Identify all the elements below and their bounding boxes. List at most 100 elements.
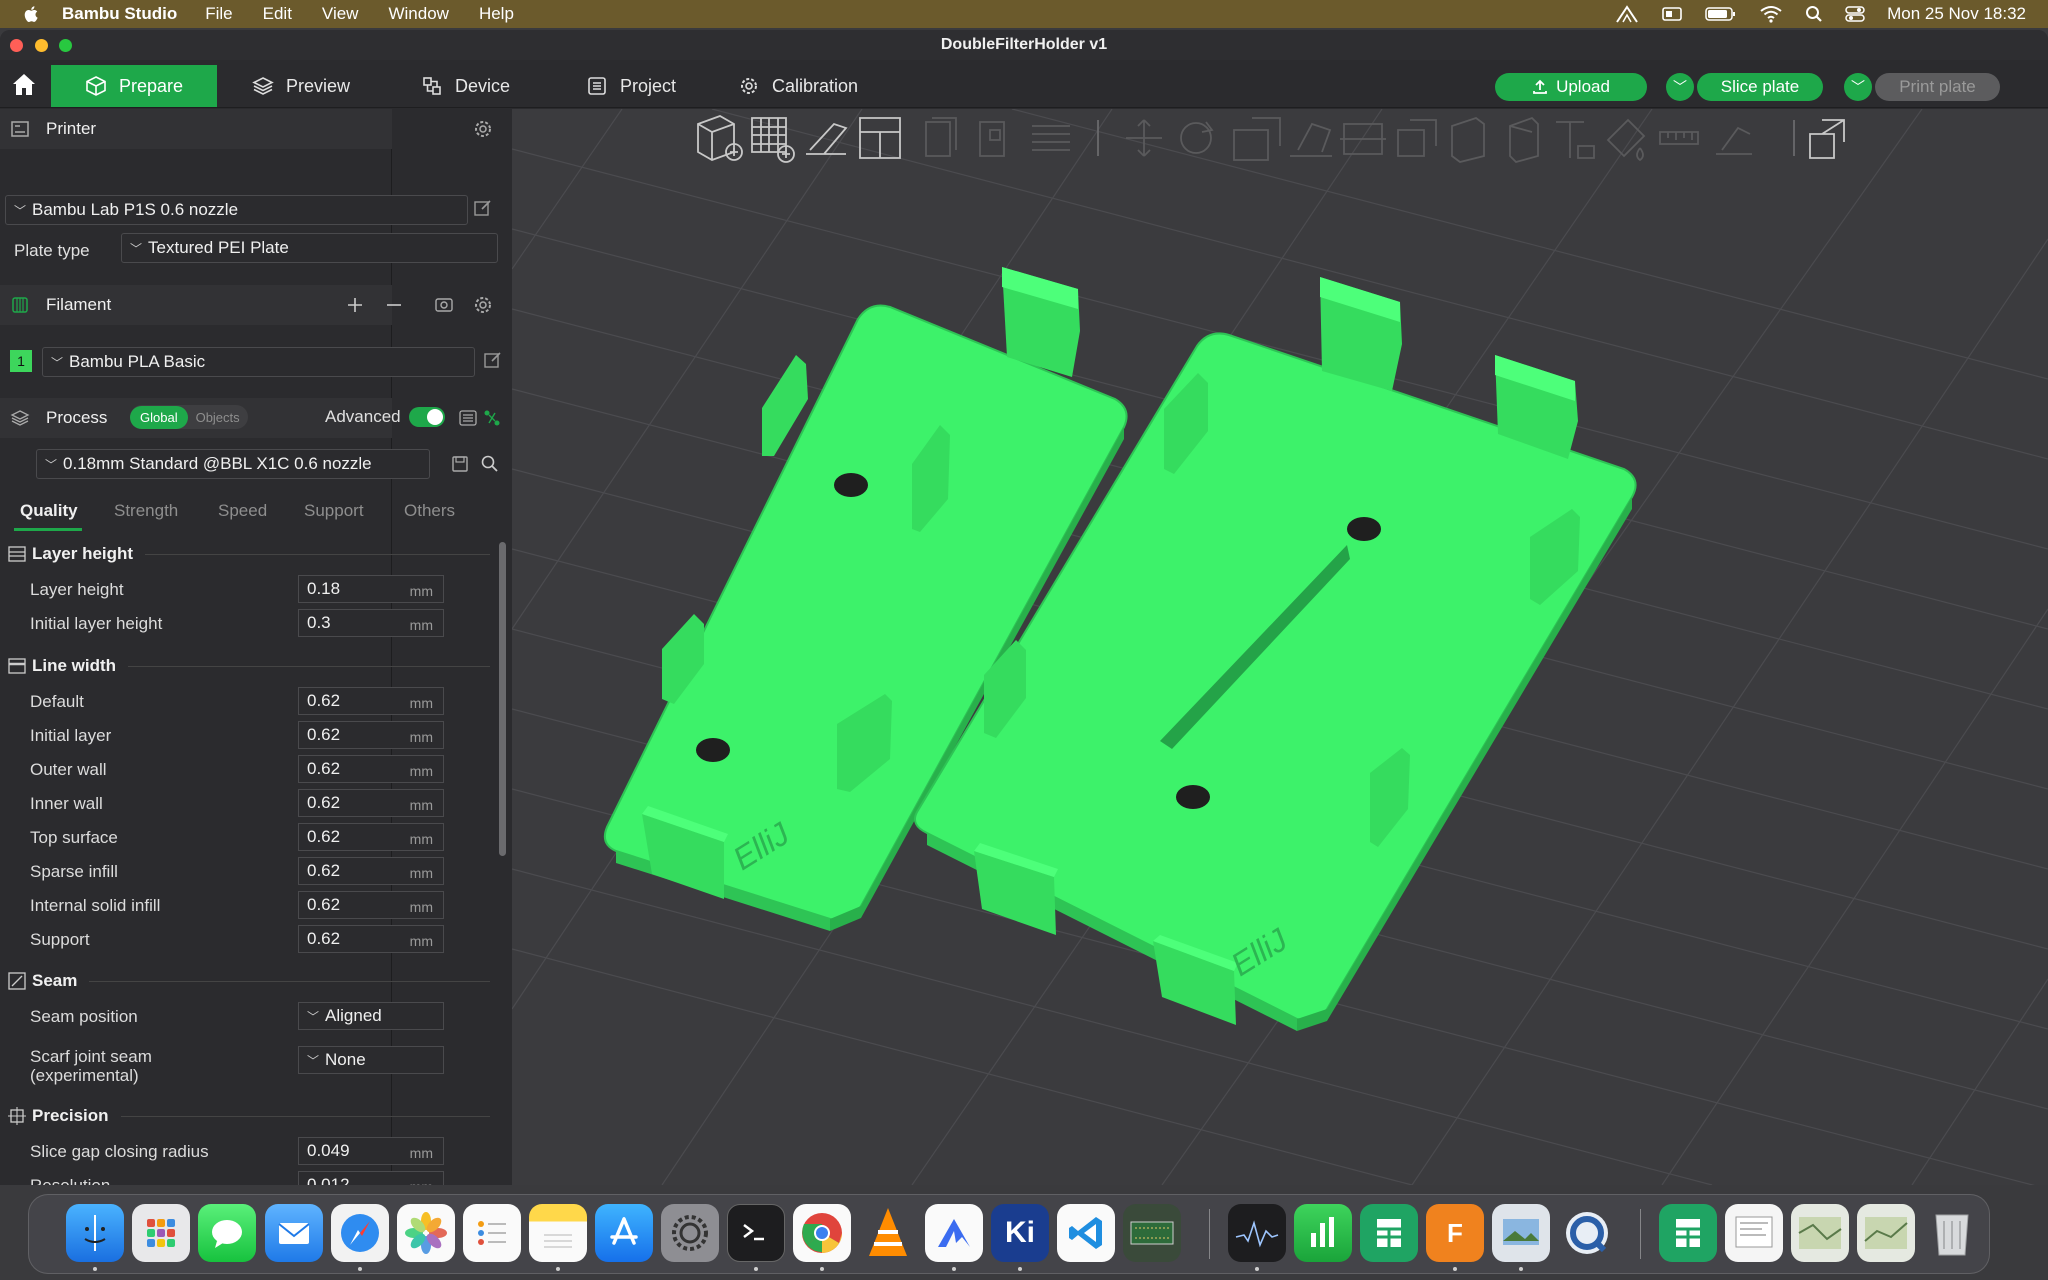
reminders-icon[interactable] [463,1204,521,1262]
nordvpn-status-icon[interactable] [1615,4,1639,24]
slice-plate-button[interactable]: Slice plate [1697,73,1823,101]
system-settings-icon[interactable] [661,1204,719,1262]
menu-view[interactable]: View [322,4,359,24]
support-paint-icon[interactable] [1451,116,1485,163]
wifi-icon[interactable] [1759,5,1783,23]
text-tool-icon[interactable] [1556,121,1595,159]
seam-position-select[interactable]: ﹀ Aligned [298,1002,444,1030]
compare-presets-icon[interactable] [458,408,478,428]
lw-support-input[interactable]: 0.62 mm [298,925,444,953]
tab-prepare[interactable]: Prepare [51,65,218,107]
tab-calibration[interactable]: Calibration [704,65,892,107]
edit-printer-icon[interactable] [473,198,493,218]
menu-app-name[interactable]: Bambu Studio [62,4,177,24]
objects-tab[interactable]: Objects [188,406,248,429]
remove-filament-icon[interactable] [384,295,404,315]
subtab-quality[interactable]: Quality [20,501,78,521]
rotate-icon[interactable] [1180,121,1214,154]
trash-icon[interactable] [1923,1204,1981,1262]
add-filament-icon[interactable] [345,295,365,315]
safari-icon[interactable] [331,1204,389,1262]
mail-icon[interactable] [265,1204,323,1262]
window-close-button[interactable] [10,39,23,52]
process-scope-toggle[interactable]: Global Objects [130,405,248,429]
battery-icon[interactable] [1705,6,1737,22]
home-icon[interactable] [10,70,38,98]
tab-preview[interactable]: Preview [218,65,384,107]
color-paint-icon[interactable] [1606,118,1646,162]
seam-paint-icon[interactable] [1509,116,1539,164]
lw-initial-input[interactable]: 0.62 mm [298,721,444,749]
preview-icon[interactable] [1492,1204,1550,1262]
process-wizard-icon[interactable] [482,408,502,428]
map-image-icon[interactable] [1791,1204,1849,1262]
nordvpn-icon[interactable] [925,1204,983,1262]
printer-select[interactable]: ﹀ Bambu Lab P1S 0.6 nozzle [5,195,468,225]
lw-default-input[interactable]: 0.62 mm [298,687,444,715]
layers-editing-icon[interactable] [1032,125,1070,151]
pcb-icon[interactable] [1123,1204,1181,1262]
stocks-icon[interactable] [1228,1204,1286,1262]
process-preset-select[interactable]: ﹀ 0.18mm Standard @BBL X1C 0.6 nozzle [36,449,430,479]
kicad-icon[interactable]: Ki [991,1204,1049,1262]
scale-icon[interactable] [1233,117,1281,161]
search-settings-icon[interactable] [480,454,500,474]
slice-options-dropdown[interactable]: ﹀ [1666,73,1694,101]
control-center-icon[interactable] [1845,5,1865,23]
lw-top-input[interactable]: 0.62 mm [298,823,444,851]
arrange-icon[interactable] [859,117,901,159]
tab-device[interactable]: Device [387,65,544,107]
subtab-others[interactable]: Others [404,501,455,521]
photos-icon[interactable] [397,1204,455,1262]
terminal-icon[interactable] [727,1204,785,1262]
window-zoom-button[interactable] [59,39,72,52]
print-plate-button[interactable]: Print plate [1875,73,2000,101]
chrome-icon[interactable] [793,1204,851,1262]
layer-height-input[interactable]: 0.18 mm [298,575,444,603]
spotlight-icon[interactable] [1805,5,1823,23]
display-icon[interactable] [1661,5,1683,23]
menu-file[interactable]: File [205,4,232,24]
split-parts-icon[interactable] [979,121,1005,157]
lw-outer-input[interactable]: 0.62 mm [298,755,444,783]
downloads-icon[interactable] [1659,1204,1717,1262]
slice-gap-input[interactable]: 0.049 mm [298,1137,444,1165]
fusion-icon[interactable]: F [1426,1204,1484,1262]
subtab-strength[interactable]: Strength [114,501,178,521]
printer-settings-gear-icon[interactable] [473,119,493,139]
notes-icon[interactable] [529,1204,587,1262]
quicktime-icon[interactable] [1558,1204,1616,1262]
settings-scrollbar[interactable] [499,542,506,856]
lay-on-face-icon[interactable] [1290,122,1332,157]
auto-orient-icon[interactable] [806,122,848,155]
add-object-icon[interactable] [697,115,743,161]
menu-edit[interactable]: Edit [263,4,292,24]
scarf-joint-select[interactable]: ﹀ None [298,1046,444,1074]
split-objects-icon[interactable] [925,117,957,157]
menu-window[interactable]: Window [388,4,448,24]
window-minimize-button[interactable] [35,39,48,52]
subtab-support[interactable]: Support [304,501,364,521]
plate-type-select[interactable]: ﹀ Textured PEI Plate [121,233,498,263]
menu-clock[interactable]: Mon 25 Nov 18:32 [1887,4,2026,24]
launchpad-icon[interactable] [132,1204,190,1262]
numbers-icon[interactable] [1294,1204,1352,1262]
menu-help[interactable]: Help [479,4,514,24]
save-preset-icon[interactable] [450,454,470,474]
messages-icon[interactable] [198,1204,256,1262]
resolution-input[interactable]: 0.012 mm [298,1171,444,1185]
lw-internal-input[interactable]: 0.62 mm [298,891,444,919]
assembly-icon[interactable] [1716,126,1752,155]
upload-button[interactable]: Upload [1495,73,1647,101]
edit-filament-icon[interactable] [483,350,503,370]
measure-icon[interactable] [1659,131,1699,145]
ams-sync-icon[interactable] [434,295,454,315]
print-options-dropdown[interactable]: ﹀ [1844,73,1872,101]
map-image-2-icon[interactable] [1857,1204,1915,1262]
lw-inner-input[interactable]: 0.62 mm [298,789,444,817]
app-store-icon[interactable] [595,1204,653,1262]
sheets-icon[interactable] [1360,1204,1418,1262]
lw-sparse-input[interactable]: 0.62 mm [298,857,444,885]
tab-project[interactable]: Project [552,65,710,107]
global-tab[interactable]: Global [130,405,188,429]
